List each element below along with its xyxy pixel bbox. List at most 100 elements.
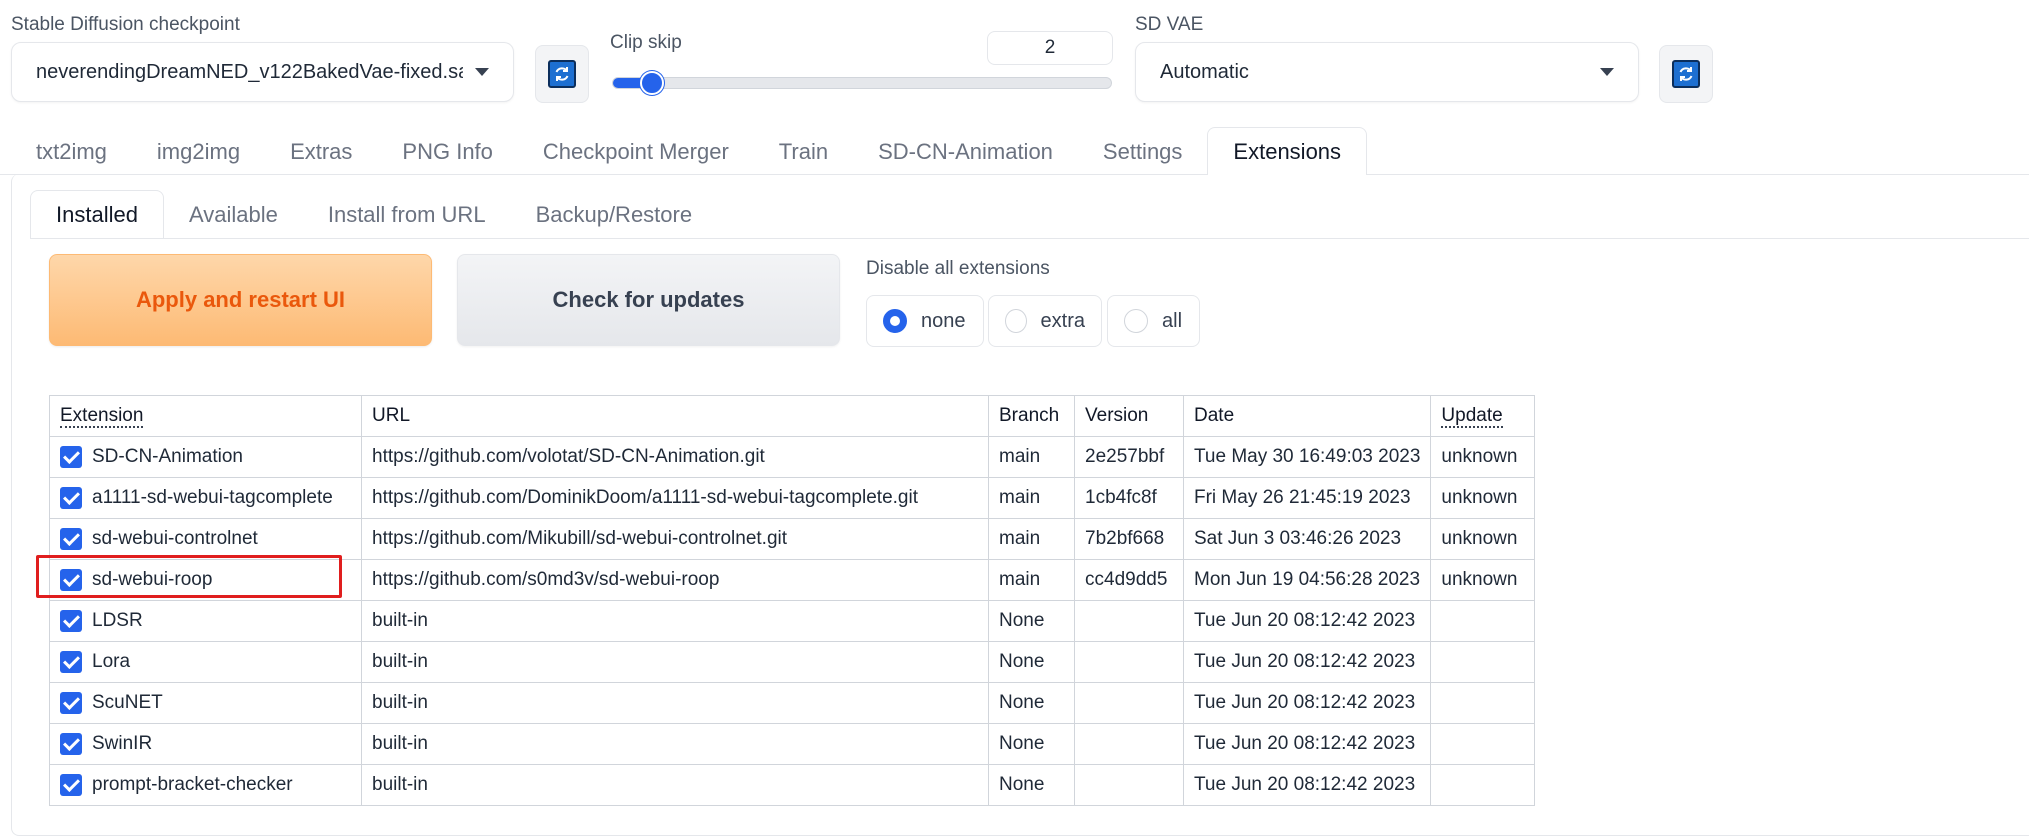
table-header-row: Extension URL Branch Version Date Update: [49, 395, 1536, 437]
check-updates-button[interactable]: Check for updates: [457, 254, 840, 346]
date-cell: Mon Jun 19 04:56:28 2023: [1182, 559, 1432, 601]
checkpoint-value: neverendingDreamNED_v122BakedVae-fixed.s…: [36, 60, 463, 83]
highlight-box: [36, 555, 342, 598]
radio-all[interactable]: all: [1107, 295, 1200, 347]
checkbox-checked-icon[interactable]: [60, 732, 82, 755]
chevron-down-icon: [1600, 68, 1614, 76]
subtabs-baseline: [30, 238, 2029, 239]
branch-cell: None: [988, 641, 1075, 683]
version-cell: [1074, 682, 1184, 724]
checkbox-checked-icon[interactable]: [60, 527, 82, 550]
branch-cell: main: [988, 436, 1075, 478]
version-cell[interactable]: 1cb4fc8f: [1074, 477, 1184, 519]
version-cell: [1074, 641, 1184, 683]
col-url: URL: [361, 395, 989, 437]
url-cell: built-in: [361, 641, 989, 683]
checkbox-checked-icon[interactable]: [60, 486, 82, 509]
disable-all-label: Disable all extensions: [866, 258, 1050, 279]
update-cell: [1430, 764, 1536, 806]
url-cell[interactable]: https://github.com/Mikubill/sd-webui-con…: [361, 518, 989, 560]
branch-cell: None: [988, 682, 1075, 724]
update-cell: unknown: [1430, 518, 1536, 560]
radio-extra[interactable]: extra: [988, 295, 1102, 347]
date-cell: Sat Jun 3 03:46:26 2023: [1182, 518, 1432, 560]
checkbox-checked-icon[interactable]: [60, 773, 82, 796]
checkbox-checked-icon[interactable]: [60, 445, 82, 468]
branch-cell: main: [988, 518, 1075, 560]
branch-cell: main: [988, 559, 1075, 601]
branch-cell: None: [988, 764, 1075, 806]
radio-all-label: all: [1162, 309, 1183, 332]
branch-cell: None: [988, 600, 1075, 642]
vae-dropdown[interactable]: Automatic: [1135, 42, 1639, 102]
checkbox-checked-icon[interactable]: [60, 691, 82, 714]
refresh-checkpoint-button[interactable]: [535, 45, 589, 103]
version-cell[interactable]: 7b2bf668: [1074, 518, 1184, 560]
date-cell: Tue Jun 20 08:12:42 2023: [1182, 723, 1432, 765]
refresh-icon: [548, 60, 576, 88]
extension-cell: a1111-sd-webui-tagcomplete: [49, 477, 362, 519]
radio-all-indicator: [1124, 309, 1148, 333]
refresh-vae-button[interactable]: [1659, 45, 1713, 103]
table-row: SD-CN-Animation https://github.com/volot…: [49, 436, 1536, 478]
tab-png-info[interactable]: PNG Info: [377, 129, 517, 175]
url-cell[interactable]: https://github.com/s0md3v/sd-webui-roop: [361, 559, 989, 601]
col-update[interactable]: Update: [1430, 395, 1536, 437]
version-cell[interactable]: cc4d9dd5: [1074, 559, 1184, 601]
checkpoint-label: Stable Diffusion checkpoint: [11, 14, 240, 35]
update-cell: unknown: [1430, 436, 1536, 478]
tab-checkpoint-merger[interactable]: Checkpoint Merger: [518, 129, 754, 175]
date-cell: Tue May 30 16:49:03 2023: [1182, 436, 1432, 478]
update-cell: [1430, 682, 1536, 724]
update-cell: [1430, 723, 1536, 765]
tab-img2img[interactable]: img2img: [132, 129, 265, 175]
version-cell: [1074, 723, 1184, 765]
tab-settings[interactable]: Settings: [1078, 129, 1208, 175]
refresh-icon: [1672, 60, 1700, 88]
branch-cell: None: [988, 723, 1075, 765]
url-cell: built-in: [361, 764, 989, 806]
url-cell[interactable]: https://github.com/DominikDoom/a1111-sd-…: [361, 477, 989, 519]
tab-extras[interactable]: Extras: [265, 129, 377, 175]
checkbox-checked-icon[interactable]: [60, 650, 82, 673]
chevron-down-icon: [475, 68, 489, 76]
tab-sd-cn-animation[interactable]: SD-CN-Animation: [853, 129, 1078, 175]
url-cell: built-in: [361, 723, 989, 765]
update-cell: unknown: [1430, 559, 1536, 601]
col-extension[interactable]: Extension: [49, 395, 362, 437]
clip-skip-thumb[interactable]: [640, 71, 664, 95]
date-cell: Tue Jun 20 08:12:42 2023: [1182, 764, 1432, 806]
tab-txt2img[interactable]: txt2img: [11, 129, 132, 175]
url-cell[interactable]: https://github.com/volotat/SD-CN-Animati…: [361, 436, 989, 478]
version-cell[interactable]: 2e257bbf: [1074, 436, 1184, 478]
branch-cell: main: [988, 477, 1075, 519]
table-row: sd-webui-controlnet https://github.com/M…: [49, 518, 1536, 560]
vae-value: Automatic: [1160, 60, 1249, 83]
date-cell: Tue Jun 20 08:12:42 2023: [1182, 682, 1432, 724]
tab-train[interactable]: Train: [754, 129, 853, 175]
table-row: ScuNET built-in None Tue Jun 20 08:12:42…: [49, 682, 1536, 724]
subtab-install-from-url[interactable]: Install from URL: [303, 192, 511, 238]
extension-cell: Lora: [49, 641, 362, 683]
col-branch: Branch: [988, 395, 1075, 437]
extensions-table: Extension URL Branch Version Date Update…: [49, 395, 1536, 806]
extension-cell: SD-CN-Animation: [49, 436, 362, 478]
table-row: Lora built-in None Tue Jun 20 08:12:42 2…: [49, 641, 1536, 683]
apply-restart-button[interactable]: Apply and restart UI: [49, 254, 432, 346]
subtab-available[interactable]: Available: [164, 192, 303, 238]
clip-skip-label: Clip skip: [610, 32, 682, 53]
update-cell: unknown: [1430, 477, 1536, 519]
subtab-installed[interactable]: Installed: [30, 190, 164, 238]
subtab-backup-restore[interactable]: Backup/Restore: [511, 192, 718, 238]
url-cell: built-in: [361, 600, 989, 642]
checkpoint-dropdown[interactable]: neverendingDreamNED_v122BakedVae-fixed.s…: [11, 42, 514, 102]
checkbox-checked-icon[interactable]: [60, 609, 82, 632]
table-row: LDSR built-in None Tue Jun 20 08:12:42 2…: [49, 600, 1536, 642]
clip-skip-slider[interactable]: [612, 77, 1112, 89]
radio-none[interactable]: none: [866, 295, 984, 347]
sub-tabs: Installed Available Install from URL Bac…: [30, 190, 717, 238]
clip-skip-value[interactable]: 2: [987, 31, 1113, 65]
extension-cell: ScuNET: [49, 682, 362, 724]
tab-extensions[interactable]: Extensions: [1207, 127, 1368, 175]
update-cell: [1430, 641, 1536, 683]
